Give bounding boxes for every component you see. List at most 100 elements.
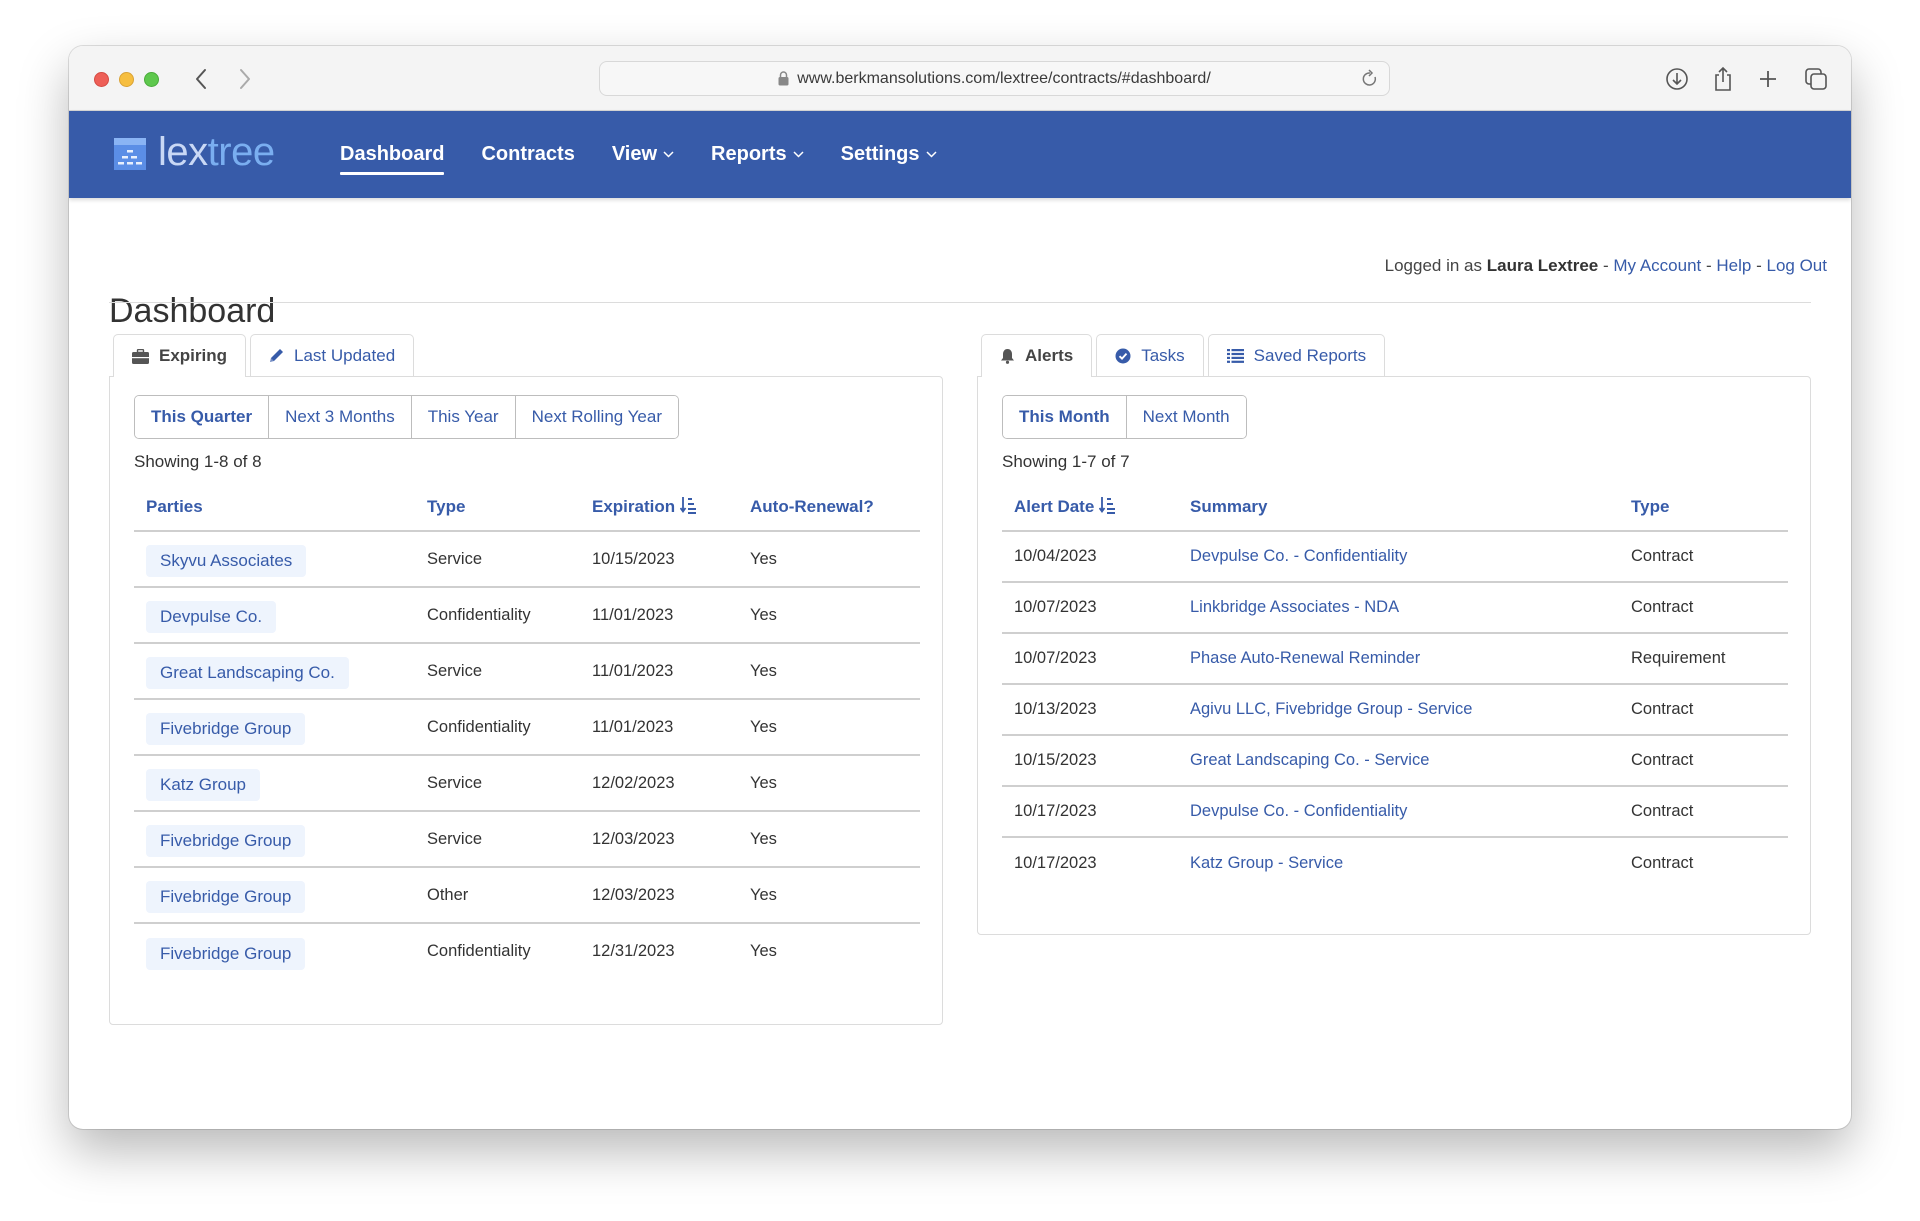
table-row[interactable]: Fivebridge Group Confidentiality 11/01/202… xyxy=(134,699,920,756)
party-link[interactable]: Fivebridge Group xyxy=(146,713,306,745)
table-row[interactable]: 10/04/2023 Devpulse Co. - Confidentiality… xyxy=(1002,531,1788,583)
chevron-right-icon xyxy=(240,69,250,89)
table-row[interactable]: Devpulse Co. Confidentiality 11/01/2023 Yes xyxy=(134,587,920,644)
browser-toolbar: www.berkmansolutions.com/lextree/contrac… xyxy=(69,46,1851,111)
alert-summary-link[interactable]: Phase Auto-Renewal Reminder xyxy=(1190,649,1420,667)
table-row[interactable]: Great Landscaping Co. Service 11/01/2023 Ye… xyxy=(134,643,920,700)
tab-alerts[interactable]: Alerts xyxy=(981,334,1093,377)
minimize-window-button[interactable] xyxy=(119,72,134,87)
tab-saved-reports[interactable]: Saved Reports xyxy=(1207,334,1386,376)
forward-button[interactable] xyxy=(233,65,257,93)
cell-party: Fivebridge Group xyxy=(134,699,415,756)
party-link[interactable]: Fivebridge Group xyxy=(146,937,306,970)
share-button[interactable] xyxy=(1710,66,1736,92)
separator: - xyxy=(1602,256,1609,275)
cell-type: Service xyxy=(415,531,580,588)
cell-summary: Phase Auto-Renewal Reminder xyxy=(1178,633,1619,685)
col-summary[interactable]: Summary xyxy=(1178,483,1619,532)
col-type[interactable]: Type xyxy=(415,483,580,532)
cell-alert-date: 10/07/2023 xyxy=(1002,633,1178,685)
download-icon xyxy=(1666,68,1688,90)
filter-this-year[interactable]: This Year xyxy=(411,396,516,438)
table-row[interactable]: 10/07/2023 Linkbridge Associates - NDA Con… xyxy=(1002,582,1788,634)
alert-summary-link[interactable]: Devpulse Co. - Confidentiality xyxy=(1190,802,1407,820)
table-row[interactable]: 10/15/2023 Great Landscaping Co. - Servic… xyxy=(1002,735,1788,787)
table-row[interactable]: 10/17/2023 Katz Group - Service Contract xyxy=(1002,837,1788,888)
alerts-filter-group: This Month Next Month xyxy=(1002,395,1247,439)
cell-type: Contract xyxy=(1631,853,1694,872)
chevron-down-icon xyxy=(663,151,674,158)
cell-summary: Linkbridge Associates - NDA xyxy=(1178,582,1619,634)
table-row[interactable]: 10/13/2023 Agivu LLC, Fivebridge Group - … xyxy=(1002,684,1788,736)
nav-contracts[interactable]: Contracts xyxy=(481,143,574,166)
party-link[interactable]: Fivebridge Group xyxy=(146,825,306,857)
address-bar[interactable]: www.berkmansolutions.com/lextree/contrac… xyxy=(599,61,1390,96)
nav-view[interactable]: View xyxy=(612,143,674,166)
new-tab-button[interactable] xyxy=(1755,66,1781,92)
cell-alert-date: 10/04/2023 xyxy=(1002,531,1178,583)
left-tabs: Expiring Last Updated xyxy=(113,334,418,377)
alert-summary-link[interactable]: Linkbridge Associates - NDA xyxy=(1190,598,1399,616)
pencil-icon xyxy=(269,348,284,363)
separator: - xyxy=(1705,256,1712,275)
downloads-button[interactable] xyxy=(1664,66,1690,92)
table-header-row: Alert Date Summary Type xyxy=(1002,483,1788,532)
briefcase-icon xyxy=(132,348,149,364)
nav-settings[interactable]: Settings xyxy=(841,143,937,166)
main-nav: Dashboard Contracts View Reports Setting… xyxy=(340,111,974,198)
cell-expiration: 10/15/2023 xyxy=(580,531,738,588)
col-auto-renewal[interactable]: Auto-Renewal? xyxy=(738,483,920,532)
col-alert-date[interactable]: Alert Date xyxy=(1002,483,1178,532)
alert-summary-link[interactable]: Great Landscaping Co. - Service xyxy=(1190,751,1429,769)
alert-summary-link[interactable]: Agivu LLC, Fivebridge Group - Service xyxy=(1190,700,1472,718)
log-out-link[interactable]: Log Out xyxy=(1767,256,1828,275)
table-row[interactable]: Katz Group Service 12/02/2023 Yes xyxy=(134,755,920,812)
user-bar: Logged in as Laura Lextree - My Account … xyxy=(1385,256,1827,276)
table-row[interactable]: 10/17/2023 Devpulse Co. - Confidentiality… xyxy=(1002,786,1788,838)
table-row[interactable]: Skyvu Associates Service 10/15/2023 Yes xyxy=(134,531,920,588)
party-link[interactable]: Great Landscaping Co. xyxy=(146,657,349,689)
filter-this-month[interactable]: This Month xyxy=(1003,396,1127,438)
filter-next-month[interactable]: Next Month xyxy=(1126,396,1246,438)
cell-type: Service xyxy=(415,643,580,700)
table-row[interactable]: 10/07/2023 Phase Auto-Renewal Reminder Req… xyxy=(1002,633,1788,685)
help-link[interactable]: Help xyxy=(1716,256,1751,275)
my-account-link[interactable]: My Account xyxy=(1613,256,1701,275)
cell-expiration: 11/01/2023 xyxy=(580,643,738,700)
party-link[interactable]: Katz Group xyxy=(146,769,260,801)
col-type[interactable]: Type xyxy=(1619,483,1788,532)
sort-desc-icon xyxy=(1099,496,1116,515)
close-window-button[interactable] xyxy=(94,72,109,87)
logged-in-label: Logged in as xyxy=(1384,256,1482,275)
reload-button[interactable] xyxy=(1361,69,1379,94)
table-row[interactable]: Fivebridge Group Service 12/03/2023 Yes xyxy=(134,811,920,868)
tab-last-updated[interactable]: Last Updated xyxy=(250,334,415,376)
table-row[interactable]: Fivebridge Group Confidentiality 12/31/202… xyxy=(134,923,920,979)
party-link[interactable]: Devpulse Co. xyxy=(146,601,277,633)
filter-next-rolling-year[interactable]: Next Rolling Year xyxy=(515,396,679,438)
logo[interactable]: lextree xyxy=(114,132,275,172)
party-link[interactable]: Fivebridge Group xyxy=(146,881,306,913)
alert-summary-link[interactable]: Devpulse Co. - Confidentiality xyxy=(1190,547,1407,565)
cell-type: Contract xyxy=(1619,786,1788,838)
nav-dashboard[interactable]: Dashboard xyxy=(340,143,445,175)
filter-next-3-months[interactable]: Next 3 Months xyxy=(269,396,412,438)
tab-overview-button[interactable] xyxy=(1803,66,1829,92)
reload-icon xyxy=(1362,69,1377,86)
alert-summary-link[interactable]: Katz Group - Service xyxy=(1190,854,1343,872)
nav-reports[interactable]: Reports xyxy=(711,143,804,166)
tab-tasks[interactable]: Tasks xyxy=(1096,334,1204,376)
party-link[interactable]: Skyvu Associates xyxy=(146,545,307,577)
user-name: Laura Lextree xyxy=(1486,256,1599,275)
table-row[interactable]: Fivebridge Group Other 12/03/2023 Yes xyxy=(134,867,920,924)
lock-icon xyxy=(778,71,789,86)
col-parties[interactable]: Parties xyxy=(134,483,415,532)
zoom-window-button[interactable] xyxy=(144,72,159,87)
filter-this-quarter[interactable]: This Quarter xyxy=(135,396,270,438)
cell-party: Great Landscaping Co. xyxy=(134,643,415,700)
col-expiration[interactable]: Expiration xyxy=(580,483,738,532)
tab-expiring[interactable]: Expiring xyxy=(113,334,247,377)
chevron-down-icon xyxy=(926,151,937,158)
expiring-panel: This Quarter Next 3 Months This Year Nex… xyxy=(109,376,943,1025)
back-button[interactable] xyxy=(189,65,213,93)
